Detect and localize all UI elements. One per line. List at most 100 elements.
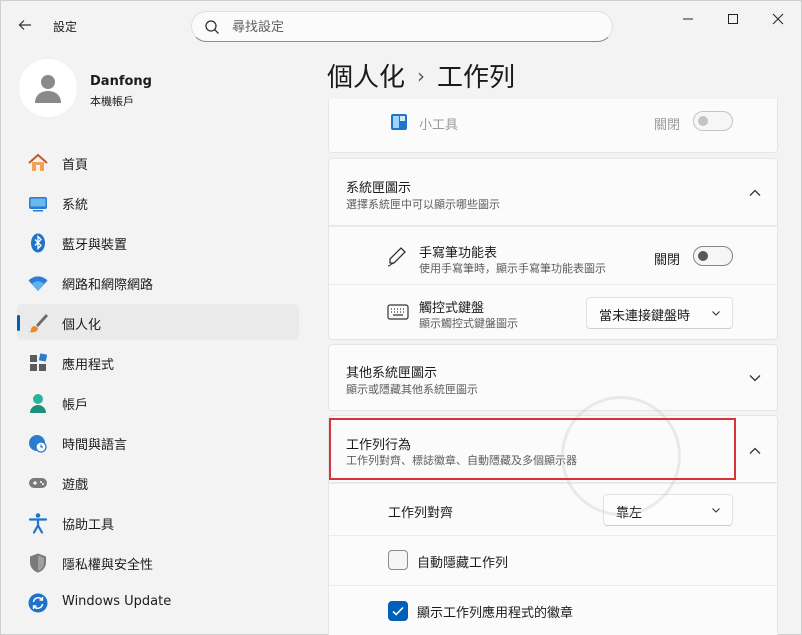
sidebar-item-label: Windows Update bbox=[62, 594, 172, 609]
keyboard-icon bbox=[386, 300, 410, 324]
bluetooth-icon bbox=[27, 232, 49, 254]
pen-icon bbox=[385, 244, 409, 268]
system-tray-desc: 選擇系統匣中可以顯示哪些圖示 bbox=[346, 198, 500, 211]
maximize-button[interactable] bbox=[710, 5, 756, 33]
sidebar-nav: 首頁 系統 藍牙與裝置 網路和網際網路 個人化 應用程式 帳戶 時間與語言 遊戲… bbox=[17, 144, 299, 624]
avatar bbox=[19, 59, 77, 117]
other-tray-icons-card[interactable]: 其他系統匣圖示 顯示或隱藏其他系統匣圖示 bbox=[328, 344, 778, 411]
user-profile[interactable]: Danfong 本機帳戶 bbox=[19, 59, 299, 119]
breadcrumb-parent[interactable]: 個人化 bbox=[327, 63, 405, 93]
sidebar-item-privacy[interactable]: 隱私權與安全性 bbox=[17, 544, 299, 580]
other-tray-desc: 顯示或隱藏其他系統匣圖示 bbox=[346, 383, 478, 396]
widgets-toggle[interactable] bbox=[693, 111, 733, 131]
sidebar-item-gaming[interactable]: 遊戲 bbox=[17, 464, 299, 500]
sidebar-item-label: 藍牙與裝置 bbox=[62, 238, 128, 253]
search-input[interactable] bbox=[232, 17, 592, 37]
maximize-icon bbox=[728, 14, 738, 24]
sidebar-item-accessibility[interactable]: 協助工具 bbox=[17, 504, 299, 540]
touch-keyboard-row: 觸控式鍵盤 顯示觸控式鍵盤圖示 當未連接鍵盤時 bbox=[328, 284, 778, 340]
sidebar-item-label: 應用程式 bbox=[62, 358, 115, 373]
user-avatar-icon bbox=[35, 75, 61, 103]
other-tray-title: 其他系統匣圖示 bbox=[346, 366, 438, 381]
watermark-seal bbox=[561, 396, 681, 516]
sidebar-item-label: 系統 bbox=[62, 198, 89, 213]
update-icon bbox=[27, 592, 49, 614]
sidebar-item-label: 隱私權與安全性 bbox=[62, 558, 154, 573]
sidebar-item-time-language[interactable]: 時間與語言 bbox=[17, 424, 299, 460]
back-button[interactable] bbox=[11, 13, 39, 37]
minimize-icon bbox=[683, 18, 693, 20]
badges-checkbox[interactable] bbox=[388, 601, 408, 621]
taskbar-behaviors-title: 工作列行為 bbox=[346, 438, 412, 453]
widgets-row: 小工具 關閉 bbox=[328, 99, 778, 153]
chevron-down-icon bbox=[712, 311, 720, 316]
search-icon bbox=[205, 20, 219, 34]
pen-menu-title: 手寫筆功能表 bbox=[419, 246, 498, 261]
taskbar-behaviors-header[interactable]: 工作列行為 工作列對齊、標誌徽章、自動隱藏及多個顯示器 bbox=[328, 415, 778, 483]
search-box[interactable] bbox=[191, 11, 613, 42]
app-title: 設定 bbox=[53, 20, 78, 34]
touch-keyboard-value: 當未連接鍵盤時 bbox=[599, 309, 691, 324]
chevron-down-icon[interactable] bbox=[747, 370, 763, 386]
sidebar-item-system[interactable]: 系統 bbox=[17, 184, 299, 220]
gamepad-icon bbox=[27, 472, 49, 494]
touch-keyboard-title: 觸控式鍵盤 bbox=[419, 301, 485, 316]
accessibility-icon bbox=[27, 512, 49, 534]
sidebar-item-network[interactable]: 網路和網際網路 bbox=[17, 264, 299, 300]
close-icon bbox=[772, 13, 784, 25]
sidebar-item-label: 帳戶 bbox=[62, 398, 89, 413]
apps-icon bbox=[27, 352, 49, 374]
close-button[interactable] bbox=[755, 5, 801, 33]
breadcrumb-separator: › bbox=[417, 64, 426, 88]
back-arrow-icon bbox=[18, 20, 31, 30]
auto-hide-row: 自動隱藏工作列 bbox=[328, 535, 778, 585]
pen-menu-toggle[interactable] bbox=[693, 246, 733, 266]
checkmark-icon bbox=[392, 606, 404, 616]
auto-hide-checkbox[interactable] bbox=[388, 550, 408, 570]
sidebar-item-label: 遊戲 bbox=[62, 478, 89, 493]
pen-menu-state: 關閉 bbox=[654, 253, 681, 268]
auto-hide-label: 自動隱藏工作列 bbox=[417, 556, 509, 571]
clock-globe-icon bbox=[27, 432, 49, 454]
system-tray-title: 系統匣圖示 bbox=[346, 181, 412, 196]
sidebar-item-label: 首頁 bbox=[62, 158, 89, 173]
taskbar-alignment-row: 工作列對齊 靠左 bbox=[328, 483, 778, 535]
chevron-up-icon[interactable] bbox=[747, 443, 763, 459]
home-icon bbox=[27, 152, 49, 174]
profile-name: Danfong bbox=[90, 74, 152, 89]
chevron-down-icon bbox=[712, 508, 720, 513]
widgets-label: 小工具 bbox=[419, 118, 459, 133]
system-icon bbox=[27, 192, 49, 214]
account-icon bbox=[27, 392, 49, 414]
widgets-icon bbox=[387, 110, 411, 134]
settings-content: 小工具 關閉 系統匣圖示 選擇系統匣中可以顯示哪些圖示 手寫筆功能表 使用手寫筆… bbox=[328, 99, 778, 635]
sidebar-item-accounts[interactable]: 帳戶 bbox=[17, 384, 299, 420]
sidebar-item-label: 網路和網際網路 bbox=[62, 278, 154, 293]
sidebar-item-label: 協助工具 bbox=[62, 518, 115, 533]
brush-icon bbox=[27, 312, 49, 334]
page-title: 工作列 bbox=[437, 63, 516, 93]
breadcrumb: 個人化 › 工作列 bbox=[327, 57, 515, 94]
sidebar-item-label: 時間與語言 bbox=[62, 438, 128, 453]
touch-keyboard-desc: 顯示觸控式鍵盤圖示 bbox=[419, 317, 518, 330]
touch-keyboard-dropdown[interactable]: 當未連接鍵盤時 bbox=[586, 297, 733, 329]
sidebar-item-home[interactable]: 首頁 bbox=[17, 144, 299, 180]
shield-icon bbox=[27, 552, 49, 574]
taskbar-alignment-label: 工作列對齊 bbox=[388, 506, 454, 521]
system-tray-header[interactable]: 系統匣圖示 選擇系統匣中可以顯示哪些圖示 bbox=[328, 158, 778, 226]
pen-menu-desc: 使用手寫筆時，顯示手寫筆功能表圖示 bbox=[419, 262, 606, 275]
sidebar-item-apps[interactable]: 應用程式 bbox=[17, 344, 299, 380]
pen-menu-row: 手寫筆功能表 使用手寫筆時，顯示手寫筆功能表圖示 關閉 bbox=[328, 226, 778, 284]
chevron-up-icon[interactable] bbox=[747, 185, 763, 201]
taskbar-behaviors-desc: 工作列對齊、標誌徽章、自動隱藏及多個顯示器 bbox=[346, 454, 577, 467]
badges-label: 顯示工作列應用程式的徽章 bbox=[417, 606, 574, 621]
sidebar-item-windows-update[interactable]: Windows Update bbox=[17, 584, 299, 620]
sidebar-item-bluetooth[interactable]: 藍牙與裝置 bbox=[17, 224, 299, 260]
badges-row: 顯示工作列應用程式的徽章 bbox=[328, 585, 778, 635]
sidebar-item-label: 個人化 bbox=[62, 318, 102, 333]
sidebar-item-personalization[interactable]: 個人化 bbox=[17, 304, 299, 340]
widgets-state: 關閉 bbox=[654, 118, 681, 133]
title-bar: 設定 bbox=[1, 1, 801, 49]
minimize-button[interactable] bbox=[665, 5, 711, 33]
profile-account-type: 本機帳戶 bbox=[90, 95, 134, 108]
